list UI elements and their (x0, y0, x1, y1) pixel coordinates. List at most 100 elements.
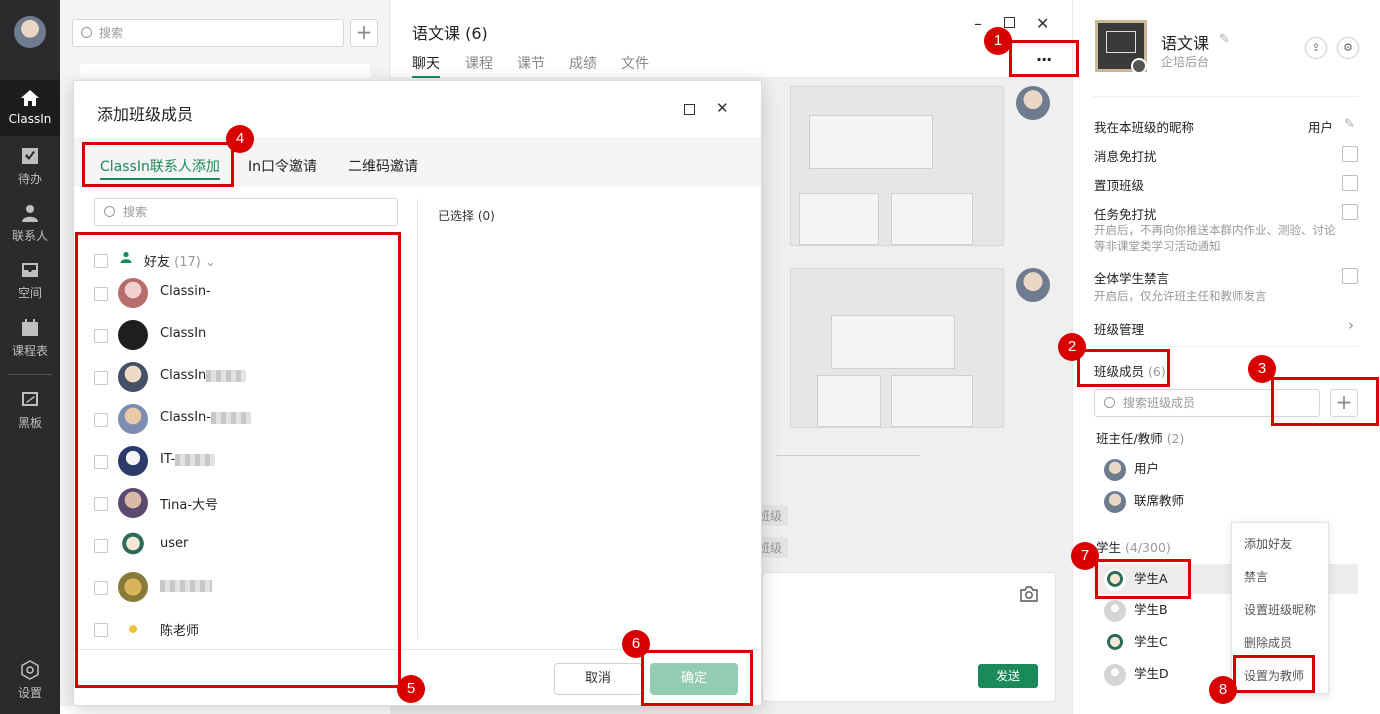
annotation-badge: 1 (984, 27, 1012, 55)
edit-icon[interactable]: ✎ (1219, 32, 1230, 47)
search-icon (81, 27, 92, 38)
share-icon[interactable]: ⇪ (1305, 37, 1327, 59)
tab-lesson[interactable]: 课节 (517, 53, 545, 73)
nav-item-schedule[interactable]: 课程表 (0, 310, 60, 366)
annotation-box (1009, 40, 1079, 77)
class-management-link[interactable]: 班级管理 (1094, 319, 1144, 338)
nav-item-contacts[interactable]: 联系人 (0, 195, 60, 251)
chevron-right-icon[interactable]: › (1348, 316, 1354, 334)
tab-files[interactable]: 文件 (621, 53, 649, 73)
conversation-item[interactable] (80, 64, 370, 78)
nav-divider (8, 374, 52, 375)
tab-in-code-invite[interactable]: In口令邀请 (248, 156, 317, 176)
member-row[interactable]: 学生D (1104, 662, 1169, 686)
pin-label: 置顶班级 (1094, 178, 1145, 193)
camera-icon[interactable] (1131, 58, 1147, 74)
message-image[interactable] (790, 268, 1004, 428)
nav-label-home: ClassIn (8, 112, 52, 126)
minimize-button[interactable]: – (974, 14, 982, 33)
annotation-badge: 5 (397, 675, 425, 703)
todo-icon (20, 146, 40, 166)
contact-search-input[interactable]: 搜索 (94, 198, 398, 226)
chat-title: 语文课 (6) (412, 24, 488, 43)
annotation-badge: 3 (1248, 355, 1276, 383)
divider (417, 199, 418, 639)
message-avatar[interactable] (1016, 268, 1050, 302)
avatar (1104, 490, 1126, 513)
member-row[interactable]: 学生B (1104, 598, 1168, 622)
avatar (1104, 631, 1126, 654)
nav-label-blackboard: 黑板 (17, 416, 42, 430)
close-button[interactable]: ✕ (1036, 14, 1049, 33)
member-row[interactable]: 联席教师 (1104, 489, 1184, 513)
nav-label-todo: 待办 (17, 172, 42, 186)
edit-nickname-icon[interactable]: ✎ (1344, 117, 1355, 132)
nav-item-blackboard[interactable]: 黑板 (0, 382, 60, 438)
contacts-icon (20, 203, 40, 223)
task-mute-label: 任务免打扰 (1094, 207, 1157, 222)
message-image[interactable] (790, 86, 1004, 246)
tab-course[interactable]: 课程 (465, 53, 493, 73)
students-label: 学生 (4/300) (1096, 540, 1171, 555)
camera-icon[interactable] (1019, 585, 1039, 603)
menu-item-mute[interactable]: 禁言 (1244, 568, 1268, 585)
ban-all-label: 全体学生禁言 (1094, 271, 1170, 286)
menu-item-add-friend[interactable]: 添加好友 (1244, 535, 1292, 552)
conversation-search-input[interactable]: 搜索 (72, 19, 344, 47)
pin-checkbox[interactable] (1342, 175, 1358, 191)
nickname-value[interactable]: 用户 (1308, 117, 1333, 136)
annotation-box (1233, 655, 1315, 693)
home-icon (20, 88, 40, 108)
mute-checkbox[interactable] (1342, 146, 1358, 162)
annotation-box (82, 142, 234, 187)
message-avatar[interactable] (1016, 86, 1050, 120)
member-row[interactable]: 用户 (1104, 457, 1159, 481)
chat-header: 语文课 (6) 聊天 课程 课节 成绩 文件 – ✕ ··· (390, 0, 1072, 78)
left-nav: ClassIn 待办 联系人 空间 课程表 黑板 设置 (0, 0, 60, 714)
tab-chat[interactable]: 聊天 (412, 53, 440, 78)
cancel-button[interactable]: 取消 (554, 663, 642, 695)
conversation-search-placeholder: 搜索 (99, 26, 124, 40)
annotation-box (1271, 377, 1379, 426)
avatar (1104, 458, 1126, 481)
nav-item-settings[interactable]: 设置 (0, 652, 60, 708)
avatar (1104, 663, 1126, 686)
nav-item-todo[interactable]: 待办 (0, 138, 60, 194)
annotation-badge: 7 (1071, 542, 1099, 570)
nav-label-schedule: 课程表 (11, 344, 48, 358)
ban-all-description: 开启后，仅允许班主任和教师发言 (1094, 289, 1267, 303)
time-divider (776, 455, 920, 456)
send-button[interactable]: 发送 (978, 664, 1038, 688)
mute-label: 消息免打扰 (1094, 149, 1157, 164)
dialog-close-button[interactable]: ✕ (716, 99, 729, 117)
tab-grades[interactable]: 成绩 (569, 53, 597, 73)
conversation-item[interactable] (60, 706, 390, 714)
contact-search-placeholder: 搜索 (123, 205, 148, 219)
class-name: 语文课 (1161, 34, 1210, 53)
menu-item-remove-member[interactable]: 删除成员 (1244, 634, 1292, 651)
tab-qr-invite[interactable]: 二维码邀请 (348, 156, 418, 176)
user-settings-icon[interactable]: ⚙ (1337, 37, 1359, 59)
calendar-icon (20, 318, 40, 338)
nav-label-contacts: 联系人 (11, 229, 48, 243)
annotation-badge: 4 (226, 125, 254, 153)
annotation-badge: 8 (1209, 676, 1237, 704)
maximize-button[interactable] (1004, 17, 1015, 28)
nav-label-settings: 设置 (17, 686, 42, 700)
nav-item-home[interactable]: ClassIn (0, 80, 60, 136)
blackboard-icon (20, 390, 40, 410)
nickname-label: 我在本班级的昵称 (1094, 120, 1195, 135)
nav-item-space[interactable]: 空间 (0, 252, 60, 308)
menu-item-set-nickname[interactable]: 设置班级昵称 (1244, 601, 1316, 618)
dialog-maximize-button[interactable] (684, 104, 695, 115)
user-avatar[interactable] (14, 16, 46, 48)
divider (1093, 96, 1359, 97)
task-mute-checkbox[interactable] (1342, 204, 1358, 220)
selected-count: 已选择 (0) (438, 209, 495, 223)
ban-all-checkbox[interactable] (1342, 268, 1358, 284)
annotation-box (1095, 559, 1191, 599)
add-conversation-button[interactable]: + (350, 19, 378, 47)
member-row[interactable]: 学生C (1104, 630, 1168, 654)
task-mute-description: 开启后，不再向你推送本群内作业、测验、讨论等非课堂类学习活动通知 (1094, 223, 1336, 253)
settings-icon (20, 660, 40, 680)
